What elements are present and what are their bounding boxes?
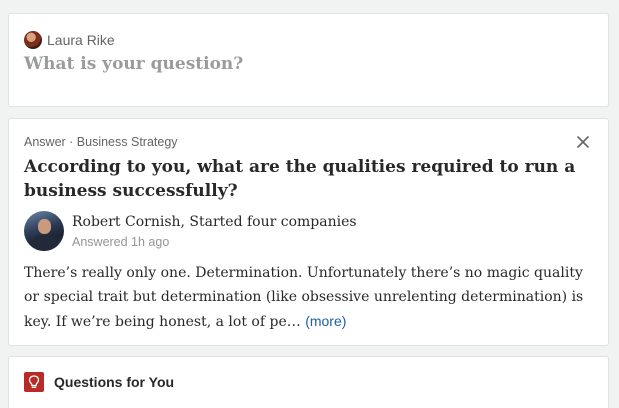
answer-card: Answer · Business Strategy According to … [8,118,609,346]
avatar[interactable] [24,31,42,49]
author-credential[interactable]: Robert Cornish, Started four companies [72,214,357,230]
questions-for-you-title: Questions for You [54,374,175,390]
questions-for-you-card: Questions for You [8,356,609,408]
ask-username: Laura Rike [47,32,115,48]
ask-question-card[interactable]: Laura Rike What is your question? [8,13,609,107]
author-avatar[interactable] [24,211,64,251]
answer-topic-meta: Answer · Business Strategy [24,135,178,149]
answer-body[interactable]: There’s really only one. Determination. … [24,261,599,334]
question-title[interactable]: According to you, what are the qualities… [24,155,584,203]
ask-question-prompt[interactable]: What is your question? [24,54,243,74]
more-link[interactable]: (more) [305,313,346,329]
lightbulb-icon [24,372,44,392]
answer-timestamp[interactable]: Answered 1h ago [72,235,357,249]
questions-for-you-header: Questions for You [24,372,174,392]
close-icon [577,136,589,148]
answer-author: Robert Cornish, Started four companies A… [24,211,357,251]
close-button[interactable] [574,133,592,151]
ask-user: Laura Rike [24,31,115,49]
answer-text: There’s really only one. Determination. … [24,265,584,330]
